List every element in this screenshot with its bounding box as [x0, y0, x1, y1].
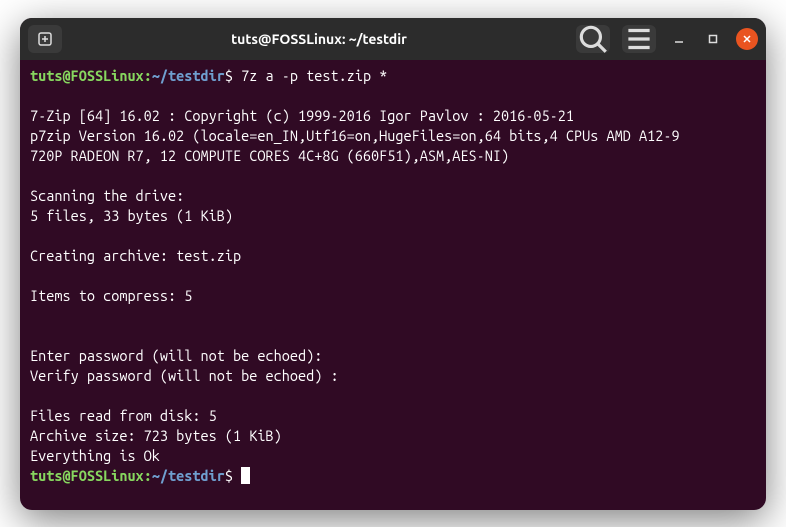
- output-line: Everything is Ok: [30, 447, 160, 464]
- hamburger-icon: [622, 22, 656, 56]
- prompt-path: ~/testdir: [152, 67, 225, 84]
- menu-button[interactable]: [622, 25, 656, 53]
- prompt-user-host: tuts@FOSSLinux: [30, 67, 144, 84]
- output-line: Verify password (will not be echoed) :: [30, 367, 339, 384]
- cursor: [241, 467, 250, 484]
- search-icon: [576, 22, 610, 56]
- titlebar: tuts@FOSSLinux: ~/testdir: [20, 18, 766, 60]
- search-button[interactable]: [576, 25, 610, 53]
- output-line: 7-Zip [64] 16.02 : Copyright (c) 1999-20…: [30, 107, 574, 124]
- prompt-user-host: tuts@FOSSLinux: [30, 467, 144, 484]
- terminal-window: tuts@FOSSLinux: ~/testdir: [20, 18, 766, 510]
- prompt-colon: :: [144, 467, 152, 484]
- minimize-icon: [674, 34, 684, 44]
- terminal-body[interactable]: tuts@FOSSLinux:~/testdir$ 7z a -p test.z…: [20, 60, 766, 510]
- new-tab-button[interactable]: [28, 25, 62, 53]
- command-text: 7z a -p test.zip *: [241, 67, 387, 84]
- maximize-button[interactable]: [702, 28, 724, 50]
- output-line: Files read from disk: 5: [30, 407, 217, 424]
- prompt-dollar: $: [225, 67, 233, 84]
- prompt-path: ~/testdir: [152, 467, 225, 484]
- close-icon: [742, 34, 752, 44]
- output-line: Enter password (will not be echoed):: [30, 347, 322, 364]
- output-line: Scanning the drive:: [30, 187, 184, 204]
- prompt-dollar: $: [225, 467, 233, 484]
- new-tab-icon: [37, 31, 53, 47]
- output-line: Items to compress: 5: [30, 287, 192, 304]
- prompt-colon: :: [144, 67, 152, 84]
- close-button[interactable]: [736, 28, 758, 50]
- maximize-icon: [708, 34, 718, 44]
- window-title: tuts@FOSSLinux: ~/testdir: [70, 31, 568, 47]
- output-line: 720P RADEON R7, 12 COMPUTE CORES 4C+8G (…: [30, 147, 509, 164]
- output-line: p7zip Version 16.02 (locale=en_IN,Utf16=…: [30, 127, 680, 144]
- output-line: Creating archive: test.zip: [30, 247, 241, 264]
- output-line: Archive size: 723 bytes (1 KiB): [30, 427, 282, 444]
- output-line: 5 files, 33 bytes (1 KiB): [30, 207, 233, 224]
- titlebar-right: [576, 25, 758, 53]
- minimize-button[interactable]: [668, 28, 690, 50]
